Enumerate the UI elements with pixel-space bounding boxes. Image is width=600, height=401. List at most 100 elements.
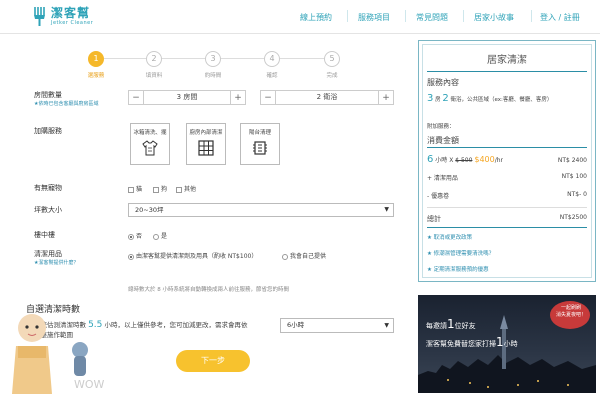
size-select[interactable]: 20~30坪 ▼: [128, 203, 394, 217]
hours-select[interactable]: 6小時 ▼: [280, 318, 394, 333]
coupon-row: - 優惠卷 NT$- 0: [427, 191, 587, 200]
discount-rate: $400: [474, 155, 495, 164]
nav-divider: [531, 10, 532, 22]
addon-fridge-label: 冰箱清洗、擺: [133, 130, 167, 136]
brand-name: 潔客幫: [51, 5, 91, 20]
baths-minus-button[interactable]: −: [261, 93, 275, 103]
nav-booking[interactable]: 線上預約: [300, 12, 332, 23]
baths-plus-button[interactable]: +: [379, 93, 393, 103]
rate-unit: /hr: [494, 157, 504, 164]
pets-label: 有無寵物: [34, 184, 62, 192]
summary-rooms-unit: 房: [435, 97, 441, 103]
total-label: 總計: [427, 215, 441, 223]
addon-balcony-card[interactable]: 陽台清理: [240, 123, 280, 165]
rate-prefix: 小時 X: [435, 157, 454, 164]
cancel-policy-link[interactable]: ★ 取消或更改政策: [427, 233, 472, 241]
top-navigation-bar: 潔客幫 Jetker Cleaner 線上預約 服務項目 常見問題 居家小故事 …: [0, 0, 600, 34]
supplies-self-radio[interactable]: [282, 253, 288, 260]
regular-booking-link[interactable]: ★ 定期清潔服務預約優惠: [427, 265, 489, 273]
rooms-note: ★依時已包含客廳與廚房區域: [34, 101, 99, 107]
floor-no-label: 否: [136, 233, 143, 240]
hours-desc-part2: 小時，以上僅供參考，您可加減更改，需求會再依: [104, 321, 248, 329]
rooms-minus-button[interactable]: −: [129, 93, 143, 103]
size-select-value: 20~30坪: [135, 206, 164, 214]
pet-cat-checkbox[interactable]: [128, 186, 134, 193]
total-row: 總計 NT$2500: [427, 214, 587, 224]
coupon-price: NT$- 0: [567, 191, 587, 198]
floor-yes-option[interactable]: 是: [153, 231, 167, 240]
baths-stepper: − 2 衛浴 +: [260, 90, 394, 105]
pet-other-option[interactable]: 其他: [176, 184, 196, 193]
next-step-button[interactable]: 下一步: [176, 350, 250, 372]
step-1: 1: [88, 51, 104, 67]
baths-value: 2 衛浴: [275, 91, 379, 104]
step-3-label: 約時間: [204, 73, 222, 79]
summary-divider: [427, 71, 587, 72]
floor-yes-radio[interactable]: [153, 233, 159, 240]
nav-stories[interactable]: 居家小故事: [474, 12, 514, 23]
supplies-item: + 清潔用品: [427, 175, 458, 182]
total-divider: [427, 207, 587, 208]
nav-services[interactable]: 服務項目: [358, 12, 390, 23]
promo-hour-unit: 小時: [503, 340, 518, 348]
nav-faq[interactable]: 常見問題: [416, 12, 448, 23]
nav-login-register[interactable]: 登入 / 註冊: [540, 12, 580, 23]
fee-heading: 消費金額: [427, 136, 459, 145]
service-content-heading: 服務內容: [427, 78, 459, 87]
broom-logo-icon: [32, 5, 48, 27]
brand-logo[interactable]: 潔客幫 Jetker Cleaner: [32, 5, 93, 27]
step-4: 4: [264, 51, 280, 67]
summary-baths-text: 衛浴，公共區域（ex:客廳、餐廳、客房）: [450, 97, 553, 103]
summary-rooms-count: 3: [427, 93, 434, 104]
nav-divider: [463, 10, 464, 22]
supplies-info-link[interactable]: ★潔客幫提供什麼？: [34, 259, 78, 266]
rate-subtotal: NT$ 2400: [557, 157, 587, 164]
promo-free-clean-text: 潔客幫免費替您家打掃: [426, 340, 496, 348]
floor-yes-label: 是: [161, 233, 168, 240]
pet-dog-checkbox[interactable]: [153, 186, 159, 193]
floor-no-option[interactable]: 否: [128, 231, 142, 240]
rooms-label: 房間數量: [34, 91, 62, 99]
addon-kitchen-label: 廚房內部清潔: [189, 130, 223, 136]
balcony-icon: [252, 140, 268, 156]
promo-line-1: 每邀請1位好友: [426, 317, 476, 331]
addon-label: 加購服務: [34, 127, 62, 135]
supplies-provided-option[interactable]: 由潔客幫提供清潔劑及用具（酌收 NT$100）: [128, 251, 257, 260]
promo-badge-line2: 消失夏夜吧！: [555, 312, 586, 318]
pet-cat-option[interactable]: 貓: [128, 184, 142, 193]
total-value: NT$2500: [559, 214, 587, 221]
promo-hour-number: 1: [496, 335, 504, 349]
supplies-provided-label: 由潔客幫提供清潔劑及用具（酌收 NT$100）: [136, 253, 258, 260]
addon-balcony-label: 陽台清理: [248, 130, 271, 136]
cabinet-icon: [198, 140, 214, 156]
rooms-plus-button[interactable]: +: [231, 93, 245, 103]
chevron-down-icon: ▼: [384, 322, 389, 329]
addon-kitchen-card[interactable]: 廚房內部清潔: [186, 123, 226, 165]
step-5: 5: [324, 51, 340, 67]
floor-no-radio[interactable]: [128, 233, 134, 240]
summary-addons: 附加服務：: [427, 124, 455, 130]
referral-promo-banner[interactable]: 每邀請1位好友 潔客幫免費替您家打掃1小時 一起刷刷 消失夏夜吧！: [418, 295, 596, 393]
step-4-label: 確認: [266, 73, 278, 79]
supplies-price: NT$ 100: [561, 173, 587, 180]
supplies-provided-radio[interactable]: [128, 253, 134, 260]
supplies-self-option[interactable]: 我會自己提供: [282, 251, 326, 260]
chevron-down-icon: ▼: [384, 206, 389, 213]
links-divider: [427, 227, 587, 228]
pet-other-checkbox[interactable]: [176, 186, 182, 193]
supplies-row: + 清潔用品 NT$ 100: [427, 173, 587, 182]
pet-other-label: 其他: [184, 186, 197, 193]
humidity-faq-link[interactable]: ★ 修潮濕管理需要清洗嗎？: [427, 249, 494, 257]
original-rate: $ 500: [455, 157, 473, 164]
duration-hint: 總時數大於 8 小時系統將自動轉換成兩人前往服務，節省您的時間: [128, 287, 289, 293]
step-5-label: 完成: [326, 73, 338, 79]
addon-fridge-card[interactable]: 冰箱清洗、擺: [130, 123, 170, 165]
brand-subtitle: Jetker Cleaner: [51, 19, 94, 26]
promo-invite-text: 每邀請: [426, 322, 447, 330]
promo-invite-number: 1: [447, 317, 455, 331]
fee-divider: [427, 147, 587, 148]
shirt-icon: [142, 140, 158, 156]
rooms-value: 3 房間: [143, 91, 231, 104]
hourly-rate-row: 6 小時 X $ 500 $400/hr NT$ 2400: [427, 154, 587, 165]
pet-dog-option[interactable]: 狗: [153, 184, 167, 193]
